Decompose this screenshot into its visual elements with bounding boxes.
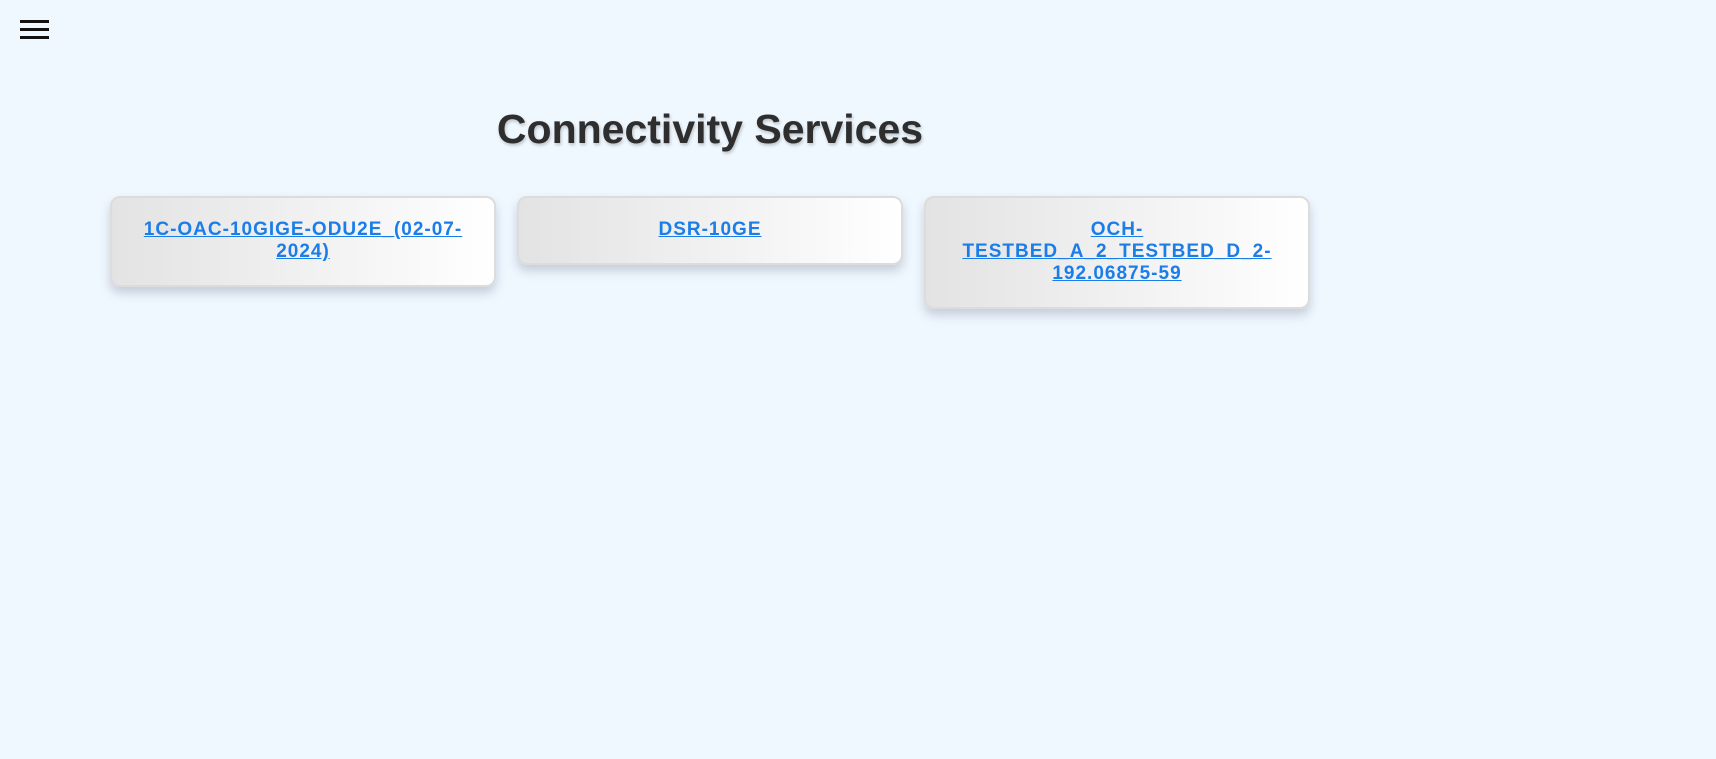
service-card[interactable]: 1C-OAC-10GIGE-ODU2E_(02-07-2024) [110, 196, 496, 287]
service-card-list: 1C-OAC-10GIGE-ODU2E_(02-07-2024) DSR-10G… [110, 196, 1310, 309]
menu-bar-bottom [20, 36, 49, 39]
service-link[interactable]: OCH-TESTBED_A_2_TESTBED_D_2-192.06875-59 [962, 219, 1271, 284]
service-card[interactable]: OCH-TESTBED_A_2_TESTBED_D_2-192.06875-59 [924, 196, 1310, 309]
menu-bar-middle [20, 28, 49, 31]
service-link[interactable]: 1C-OAC-10GIGE-ODU2E_(02-07-2024) [144, 219, 462, 262]
service-card[interactable]: DSR-10GE [517, 196, 903, 265]
service-link[interactable]: DSR-10GE [658, 219, 761, 240]
page-title: Connectivity Services [496, 106, 924, 152]
hamburger-menu-icon[interactable] [18, 18, 50, 44]
menu-bar-top [20, 20, 49, 23]
